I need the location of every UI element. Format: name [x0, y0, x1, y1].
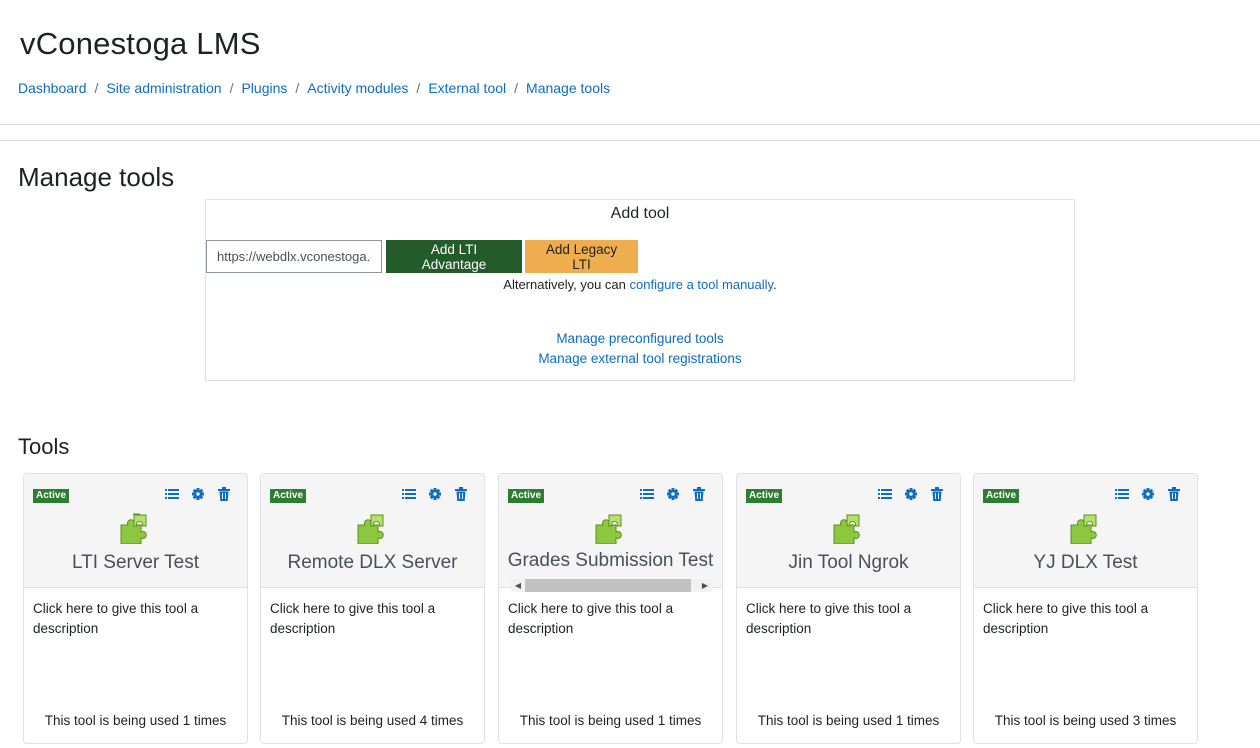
breadcrumb-manage-tools[interactable]: Manage tools — [526, 80, 610, 96]
configure-manually-link[interactable]: configure a tool manually — [630, 277, 774, 292]
tool-card-actions — [402, 486, 468, 502]
puzzle-piece-icon — [357, 514, 384, 544]
breadcrumb-external-tool[interactable]: External tool — [428, 80, 506, 96]
add-legacy-lti-button[interactable]: Add Legacy LTI — [525, 240, 638, 273]
scroll-left-icon[interactable]: ◀ — [511, 579, 525, 592]
trash-icon[interactable] — [454, 486, 468, 502]
status-badge: Active — [270, 489, 307, 503]
add-tool-title: Add tool — [610, 205, 670, 222]
breadcrumb-activity-modules[interactable]: Activity modules — [307, 80, 408, 96]
breadcrumb-separator: / — [416, 80, 421, 96]
list-icon[interactable] — [402, 486, 416, 502]
horizontal-scrollbar[interactable]: ◀ ▶ — [511, 579, 712, 592]
tool-card: Active Grades Submission Test ◀ ▶ Click … — [498, 473, 723, 744]
alternative-prefix: Alternatively, you can — [503, 277, 630, 292]
tool-card: Active Remote DLX Server Click here to g… — [260, 473, 485, 744]
gear-icon[interactable] — [666, 486, 680, 502]
tool-card: Active Jin Tool Ngrok Click here to give… — [736, 473, 961, 744]
scroll-right-icon[interactable]: ▶ — [698, 579, 712, 592]
tool-name[interactable]: YJ DLX Test — [974, 552, 1197, 574]
breadcrumb: Dashboard / Site administration / Plugin… — [18, 80, 610, 96]
tool-name[interactable]: Remote DLX Server — [261, 552, 484, 574]
status-badge: Active — [983, 489, 1020, 503]
status-badge: Active — [508, 489, 545, 503]
tool-description[interactable]: Click here to give this tool a descripti… — [746, 599, 941, 639]
breadcrumb-dashboard[interactable]: Dashboard — [18, 80, 87, 96]
manage-links: Manage preconfigured tools Manage extern… — [206, 329, 1074, 369]
tool-name[interactable]: Jin Tool Ngrok — [737, 552, 960, 574]
add-lti-advantage-button[interactable]: Add LTI Advantage — [386, 240, 522, 273]
gear-icon[interactable] — [904, 486, 918, 502]
tool-card-actions — [165, 486, 231, 502]
breadcrumb-separator: / — [229, 80, 234, 96]
gear-icon[interactable] — [1141, 486, 1155, 502]
tool-card-header: Active Grades Submission Test ◀ ▶ — [499, 474, 722, 592]
tool-card-header: Active Remote DLX Server — [261, 474, 484, 588]
gear-icon[interactable] — [191, 486, 205, 502]
divider — [0, 140, 1260, 141]
tool-name[interactable]: Grades Submission Test — [499, 550, 722, 572]
list-icon[interactable] — [640, 486, 654, 502]
tool-description[interactable]: Click here to give this tool a descripti… — [270, 599, 465, 639]
status-badge: Active — [746, 489, 783, 503]
puzzle-piece-icon — [1070, 514, 1097, 544]
puzzle-piece-icon — [595, 514, 622, 544]
tool-card-actions — [1115, 486, 1181, 502]
tool-usage: This tool is being used 3 times — [994, 713, 1177, 728]
tool-card: Active YJ DLX Test Click here to give th… — [973, 473, 1198, 744]
tool-usage: This tool is being used 1 times — [519, 713, 702, 728]
list-icon[interactable] — [878, 486, 892, 502]
tool-card: Active LTI Server Test Click here to giv… — [23, 473, 248, 744]
breadcrumb-separator: / — [94, 80, 99, 96]
breadcrumb-plugins[interactable]: Plugins — [241, 80, 287, 96]
page-title: Manage tools — [18, 162, 175, 192]
tool-description[interactable]: Click here to give this tool a descripti… — [33, 599, 228, 639]
manage-external-tool-registrations-link[interactable]: Manage external tool registrations — [538, 351, 741, 366]
tool-url-input[interactable] — [206, 240, 382, 273]
manage-preconfigured-tools-link[interactable]: Manage preconfigured tools — [556, 331, 723, 346]
tool-description[interactable]: Click here to give this tool a descripti… — [508, 599, 703, 639]
breadcrumb-separator: / — [295, 80, 300, 96]
breadcrumb-separator: / — [514, 80, 519, 96]
alternative-text: Alternatively, you can configure a tool … — [206, 277, 1074, 292]
tool-card-actions — [640, 486, 706, 502]
trash-icon[interactable] — [1167, 486, 1181, 502]
trash-icon[interactable] — [217, 486, 231, 502]
tool-name[interactable]: LTI Server Test — [24, 552, 247, 574]
tool-usage: This tool is being used 1 times — [757, 713, 940, 728]
trash-icon[interactable] — [692, 486, 706, 502]
puzzle-piece-icon — [120, 513, 147, 544]
site-title: vConestoga LMS — [20, 26, 261, 61]
gear-icon[interactable] — [428, 486, 442, 502]
tools-heading: Tools — [18, 434, 70, 459]
list-icon[interactable] — [1115, 486, 1129, 502]
tool-card-header: Active YJ DLX Test — [974, 474, 1197, 588]
trash-icon[interactable] — [930, 486, 944, 502]
add-tool-panel: Add tool Add LTI Advantage Add Legacy LT… — [205, 199, 1075, 381]
list-icon[interactable] — [165, 486, 179, 502]
breadcrumb-site-administration[interactable]: Site administration — [106, 80, 221, 96]
tool-card-header: Active LTI Server Test — [24, 474, 247, 588]
divider — [0, 124, 1260, 125]
tool-card-header: Active Jin Tool Ngrok — [737, 474, 960, 588]
puzzle-piece-icon — [833, 514, 860, 544]
scrollbar-thumb[interactable] — [525, 579, 691, 592]
tool-description[interactable]: Click here to give this tool a descripti… — [983, 599, 1178, 639]
alternative-suffix: . — [773, 277, 777, 292]
status-badge: Active — [33, 489, 70, 503]
tool-usage: This tool is being used 4 times — [281, 713, 464, 728]
tool-usage: This tool is being used 1 times — [44, 713, 227, 728]
tool-card-actions — [878, 486, 944, 502]
